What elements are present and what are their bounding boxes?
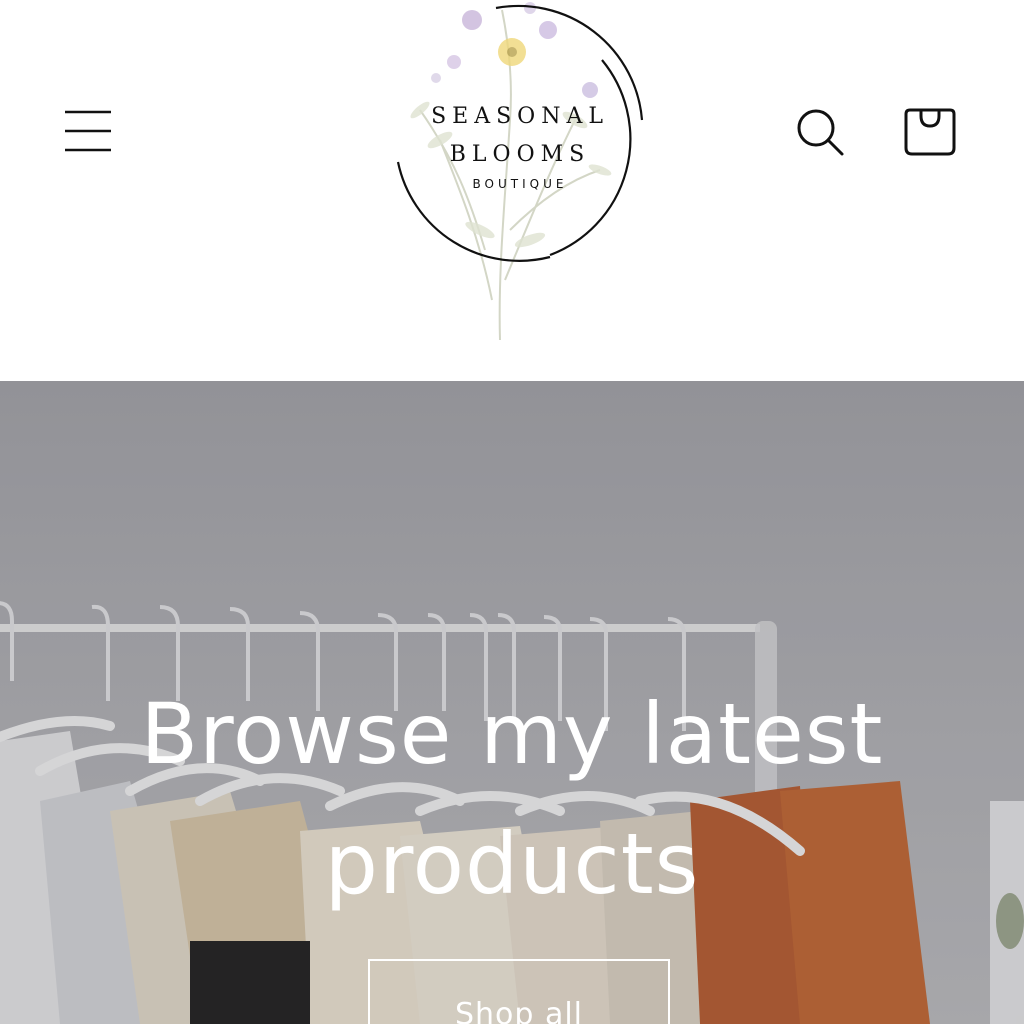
- hamburger-menu-icon: [65, 110, 111, 152]
- brand-name-line2: BLOOMS: [449, 142, 591, 167]
- cart-button[interactable]: [898, 100, 962, 164]
- brand-logo[interactable]: SEASONAL BLOOMS BOUTIQUE: [380, 0, 660, 345]
- hero-title: Browse my latest products: [140, 685, 884, 913]
- brand-name-line3: BOUTIQUE: [472, 177, 568, 191]
- menu-button[interactable]: [52, 96, 124, 168]
- brand-name-line1: SEASONAL: [431, 104, 609, 129]
- hero-banner: Browse my latest products Shop all: [0, 381, 1024, 1024]
- site-header: SEASONAL BLOOMS BOUTIQUE: [0, 0, 1024, 381]
- floral-logo-illustration: [396, 2, 644, 341]
- shop-all-button[interactable]: Shop all: [368, 959, 670, 1024]
- cart-bag-icon: [904, 108, 956, 156]
- search-icon: [797, 109, 844, 156]
- search-button[interactable]: [788, 100, 852, 164]
